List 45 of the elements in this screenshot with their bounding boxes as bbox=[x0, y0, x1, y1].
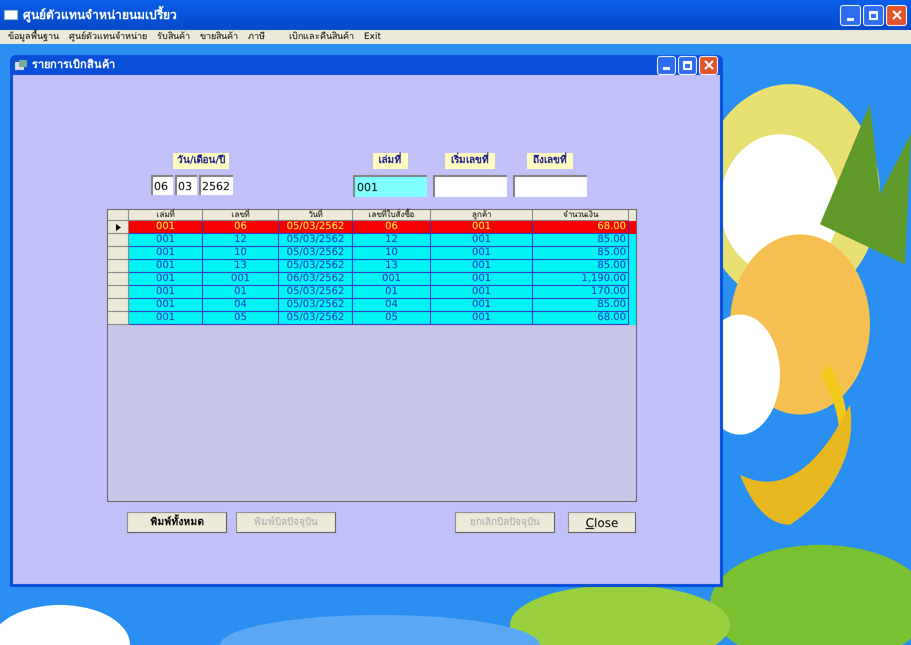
minimize-button[interactable] bbox=[657, 56, 676, 74]
child-window-title: รายการเบิกสินค้า bbox=[32, 56, 115, 73]
table-cell: 05 bbox=[353, 312, 431, 325]
menu-item[interactable]: รับสินค้า bbox=[157, 32, 190, 42]
table-row[interactable]: 001 01 05/03/2562 01 001 170.00 bbox=[108, 286, 636, 299]
date-field[interactable]: 06 bbox=[151, 175, 173, 195]
minimize-button[interactable] bbox=[840, 4, 861, 26]
field-label: ถึงเลขที่ bbox=[527, 153, 573, 169]
table-cell: 001 bbox=[129, 312, 203, 325]
window-title: ศูนย์ตัวแทนจำหน่ายนมเปรี้ยว bbox=[23, 6, 177, 24]
close-button[interactable] bbox=[699, 56, 718, 74]
close-button[interactable] bbox=[886, 4, 907, 26]
menu-item[interactable]: เบิกและคืนสินค้า bbox=[289, 32, 354, 42]
table-row[interactable]: 001 04 05/03/2562 04 001 85.00 bbox=[108, 299, 636, 312]
field-label: วัน/เดือน/ปี bbox=[172, 153, 230, 169]
menu-item[interactable]: ขายสินค้า bbox=[200, 32, 238, 42]
input-field[interactable]: 001 bbox=[353, 175, 427, 197]
maximize-button[interactable] bbox=[863, 4, 884, 26]
table-cell: 05 bbox=[203, 312, 279, 325]
table-row[interactable]: 001 10 05/03/2562 10 001 85.00 bbox=[108, 247, 636, 260]
input-field[interactable] bbox=[513, 175, 587, 197]
menu-item[interactable]: ภาษี bbox=[248, 32, 265, 42]
form-icon bbox=[15, 60, 27, 70]
input-field[interactable] bbox=[433, 175, 507, 197]
table-row[interactable]: 001 06 05/03/2562 06 001 68.00 bbox=[108, 221, 636, 234]
action-button[interactable]: พิมพ์ทั้งหมด bbox=[127, 512, 227, 533]
table-row[interactable]: 001 12 05/03/2562 12 001 85.00 bbox=[108, 234, 636, 247]
close-icon bbox=[704, 60, 714, 70]
close-icon bbox=[892, 10, 902, 20]
table-cell: 001 bbox=[431, 312, 533, 325]
menu-item[interactable]: Exit bbox=[364, 32, 382, 42]
current-row-icon bbox=[116, 224, 120, 230]
date-field[interactable]: 03 bbox=[175, 175, 197, 195]
table-row[interactable]: 001 13 05/03/2562 13 001 85.00 bbox=[108, 260, 636, 273]
table-cell: 68.00 bbox=[533, 312, 629, 325]
table-row[interactable]: 001 001 06/03/2562 001 001 1,190.00 bbox=[108, 273, 636, 286]
table-cell: 05/03/2562 bbox=[279, 312, 353, 325]
field-label: เริ่มเลขที่ bbox=[445, 153, 495, 169]
action-button[interactable]: Close bbox=[568, 512, 636, 533]
table-row[interactable]: 001 05 05/03/2562 05 001 68.00 bbox=[108, 312, 636, 325]
menu-item[interactable]: ศูนย์ตัวแทนจำหน่าย bbox=[69, 32, 147, 42]
maximize-button[interactable] bbox=[678, 56, 697, 74]
field-label: เล่มที่ bbox=[372, 153, 408, 169]
app-icon bbox=[4, 10, 18, 20]
date-field[interactable]: 2562 bbox=[199, 175, 233, 195]
